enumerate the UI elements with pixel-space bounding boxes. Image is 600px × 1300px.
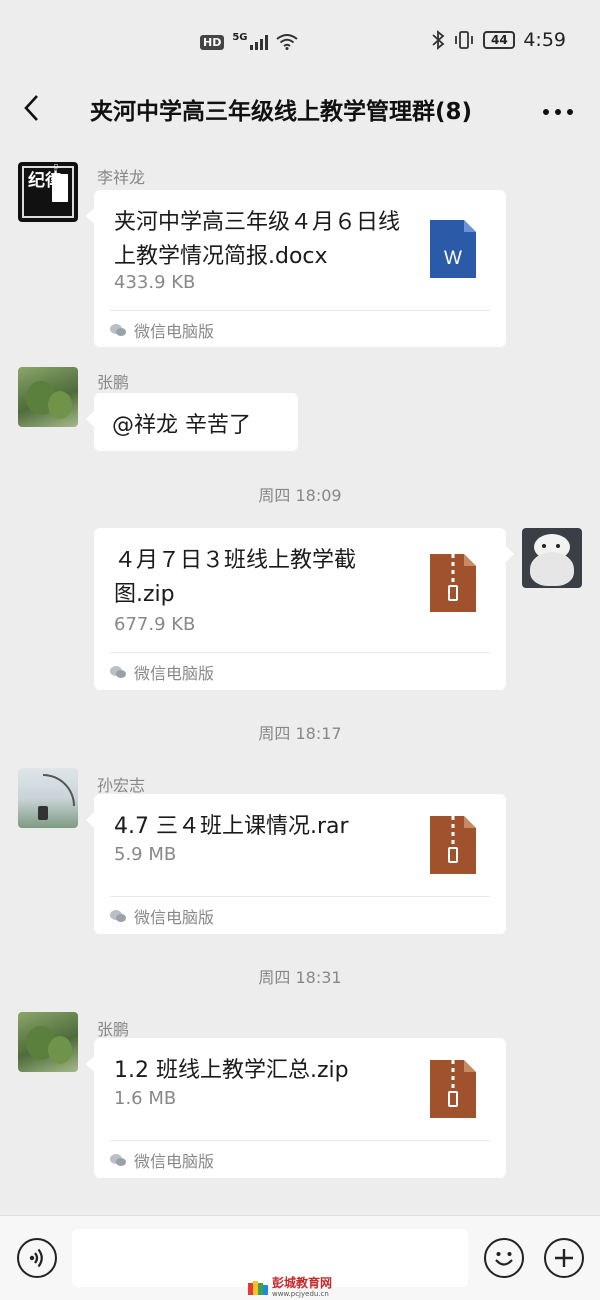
battery-icon: 44 bbox=[483, 31, 516, 49]
bluetooth-icon bbox=[432, 30, 445, 50]
sender-name: 张鹏 bbox=[97, 1020, 130, 1039]
sender-name: 张鹏 bbox=[97, 373, 130, 392]
watermark-logo-icon bbox=[248, 1281, 268, 1295]
message-file-docx: 纪律 Discipline 李祥龙 夹河中学高三年级４月６日线上教学情况简报.d… bbox=[0, 160, 600, 350]
source-label: 微信电脑版 bbox=[134, 321, 215, 341]
file-name: 4.7 三４班上课情况.rar bbox=[114, 814, 349, 839]
status-right: 44 4:59 bbox=[431, 29, 566, 51]
file-size: 433.9 KB bbox=[114, 272, 196, 293]
watermark-url: www.pcjyedu.cn bbox=[272, 1290, 329, 1298]
wifi-icon bbox=[275, 34, 298, 50]
file-size: 5.9 MB bbox=[114, 844, 177, 865]
timestamp: 周四 18:17 bbox=[258, 724, 342, 743]
file-name: 1.2 班线上教学汇总.zip bbox=[114, 1058, 349, 1083]
nav-bar: 夹河中学高三年级线上教学管理群(8) bbox=[0, 80, 600, 136]
file-card[interactable]: ４月７日３班线上教学截图.zip 677.9 KB 微信电脑版 bbox=[94, 528, 514, 690]
file-card[interactable]: 1.2 班线上教学汇总.zip 1.6 MB 微信电脑版 bbox=[86, 1038, 506, 1178]
watermark: 彭城教育网 www.pcjyedu.cn bbox=[248, 1276, 333, 1300]
wechat-icon bbox=[110, 665, 126, 678]
message-file-zip-self: ４月７日３班线上教学截图.zip 677.9 KB 微信电脑版 bbox=[0, 528, 600, 693]
back-button[interactable] bbox=[16, 88, 52, 128]
file-source: 微信电脑版 bbox=[110, 652, 490, 690]
file-source: 微信电脑版 bbox=[110, 1140, 490, 1178]
avatar-li-xianglong[interactable]: 纪律 Discipline bbox=[18, 162, 78, 222]
avatar-self[interactable] bbox=[522, 528, 582, 588]
message-text: 张鹏 @祥龙 辛苦了 bbox=[0, 365, 600, 455]
clock: 4:59 bbox=[523, 29, 566, 51]
source-label: 微信电脑版 bbox=[134, 663, 215, 683]
file-size: 1.6 MB bbox=[114, 1088, 177, 1109]
more-icon bbox=[543, 109, 573, 115]
wechat-icon bbox=[110, 909, 126, 922]
status-left: HD 5G bbox=[200, 31, 298, 50]
chat-title: 夹河中学高三年级线上教学管理群(8) bbox=[90, 99, 473, 125]
message-file-rar: 孙宏志 4.7 三４班上课情况.rar 5.9 MB 微信电脑版 bbox=[0, 768, 600, 938]
chat-area[interactable]: 纪律 Discipline 李祥龙 夹河中学高三年级４月６日线上教学情况简报.d… bbox=[0, 140, 600, 1215]
back-arrow-icon bbox=[24, 95, 38, 121]
zip-file-icon bbox=[430, 1060, 476, 1118]
avatar-sun-hongzhi[interactable] bbox=[18, 768, 78, 828]
file-source: 微信电脑版 bbox=[110, 896, 490, 934]
message-file-zip: 张鹏 1.2 班线上教学汇总.zip 1.6 MB 微信电脑版 bbox=[0, 1012, 600, 1182]
emoji-button[interactable] bbox=[484, 1238, 524, 1278]
avatar-logo-subtext: Discipline bbox=[52, 164, 58, 189]
hd-badge: HD bbox=[200, 34, 225, 50]
file-size: 677.9 KB bbox=[114, 614, 196, 635]
more-options-button[interactable] bbox=[542, 90, 574, 123]
emoji-icon bbox=[495, 1252, 513, 1266]
file-name: 夹河中学高三年级４月６日线上教学情况简报.docx bbox=[114, 210, 401, 269]
file-card[interactable]: 4.7 三４班上课情况.rar 5.9 MB 微信电脑版 bbox=[86, 794, 506, 934]
zip-file-icon bbox=[430, 554, 476, 612]
file-source: 微信电脑版 bbox=[110, 310, 490, 348]
source-label: 微信电脑版 bbox=[134, 1151, 215, 1171]
timestamp: 周四 18:09 bbox=[258, 486, 342, 505]
svg-text:W: W bbox=[444, 248, 462, 269]
more-functions-button[interactable] bbox=[544, 1238, 584, 1278]
voice-input-button[interactable] bbox=[17, 1238, 57, 1278]
wechat-icon bbox=[110, 1153, 126, 1166]
sender-name: 孙宏志 bbox=[97, 776, 146, 795]
sender-name: 李祥龙 bbox=[97, 168, 146, 187]
wechat-icon bbox=[110, 323, 126, 336]
word-file-icon: W bbox=[430, 220, 476, 278]
vibrate-icon bbox=[455, 31, 474, 49]
zip-file-icon bbox=[430, 816, 476, 874]
file-name: ４月７日３班线上教学截图.zip bbox=[114, 548, 357, 607]
file-card[interactable]: 夹河中学高三年级４月６日线上教学情况简报.docx 433.9 KB W 微信电… bbox=[86, 190, 506, 348]
timestamp: 周四 18:31 bbox=[258, 968, 342, 987]
watermark-text: 彭城教育网 bbox=[272, 1276, 333, 1290]
network-label: 5G bbox=[232, 31, 248, 43]
signal-icon bbox=[249, 34, 268, 50]
avatar-zhang-peng[interactable] bbox=[18, 367, 78, 427]
voice-icon bbox=[29, 1248, 43, 1268]
source-label: 微信电脑版 bbox=[134, 907, 215, 927]
avatar-zhang-peng[interactable] bbox=[18, 1012, 78, 1072]
status-bar: HD 5G 44 4:59 bbox=[0, 0, 600, 80]
input-bar: 彭城教育网 www.pcjyedu.cn bbox=[0, 1215, 600, 1300]
text-bubble[interactable]: @祥龙 辛苦了 bbox=[86, 393, 298, 451]
plus-icon bbox=[555, 1249, 573, 1267]
